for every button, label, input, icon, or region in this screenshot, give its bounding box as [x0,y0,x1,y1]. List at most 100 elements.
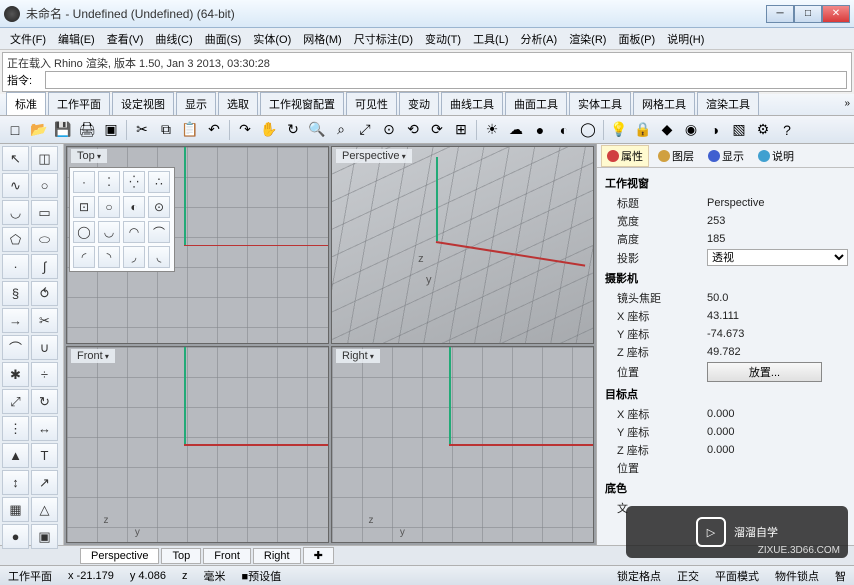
viewport-right-label[interactable]: Right [336,349,380,363]
dim-tool-icon[interactable]: ↕ [2,470,29,495]
toolbar-tab-10[interactable]: 实体工具 [569,92,631,115]
zoom-window-icon[interactable]: ⌕ [330,119,352,141]
menu-6[interactable]: 网格(M) [297,29,348,49]
popup-pt7-icon[interactable]: ◐ [123,196,145,218]
4view-icon[interactable]: ⊞ [450,119,472,141]
popup-pt1-icon[interactable]: · [73,171,95,193]
sb-osnap[interactable]: 物件锁点 [771,568,823,584]
redo-view-icon[interactable]: ⟳ [426,119,448,141]
popup-pt6-icon[interactable]: ○ [98,196,120,218]
polyline-tool-icon[interactable]: ∿ [2,173,29,198]
sb-smart[interactable]: 智 [831,568,850,584]
popup-pt12-icon[interactable]: ⌒ [148,221,170,243]
redo-icon[interactable]: ↷ [234,119,256,141]
toolbar-tab-3[interactable]: 显示 [176,92,216,115]
popup-pt14-icon[interactable]: ◝ [98,246,120,268]
close-button[interactable]: ✕ [822,5,850,23]
join-tool-icon[interactable]: ∪ [31,335,58,360]
popup-pt8-icon[interactable]: ⊙ [148,196,170,218]
mirror-tool-icon[interactable]: ▲ [2,443,29,468]
menu-10[interactable]: 分析(A) [515,29,564,49]
menu-9[interactable]: 工具(L) [467,29,514,49]
options-icon[interactable]: ⚙ [752,119,774,141]
hatch-tool-icon[interactable]: ▦ [2,497,29,522]
undo-icon[interactable]: ↶ [203,119,225,141]
popup-pt15-icon[interactable]: ◞ [123,246,145,268]
panel-tab-属性[interactable]: 属性 [601,145,649,167]
array-tool-icon[interactable]: ⋮ [2,416,29,441]
viewport-top[interactable]: Top ·⁚⁛∴⊡○◐⊙◯◡◠⌒◜◝◞◟ [66,146,329,344]
layers-icon[interactable]: ☁ [505,119,527,141]
command-input[interactable] [45,71,847,89]
ellipse-tool-icon[interactable]: ⬭ [31,227,58,252]
menu-1[interactable]: 编辑(E) [52,29,101,49]
toolbar-tab-1[interactable]: 工作平面 [48,92,110,115]
cut-icon[interactable]: ✂ [131,119,153,141]
help-icon[interactable]: ? [776,119,798,141]
toolbar-tab-6[interactable]: 可见性 [346,92,397,115]
zoom-extents-icon[interactable]: ⤢ [354,119,376,141]
viewport-perspective-label[interactable]: Perspective [336,149,412,163]
popup-pt11-icon[interactable]: ◠ [123,221,145,243]
spiral-tool-icon[interactable]: § [2,281,29,306]
print-icon[interactable]: 🖨 [76,119,98,141]
undo-view-icon[interactable]: ⟲ [402,119,424,141]
polygon-tool-icon[interactable]: ⬠ [2,227,29,252]
move-tool-icon[interactable]: ↔ [31,416,58,441]
curve-tool-icon[interactable]: ∫ [31,254,58,279]
open-icon[interactable]: 📂 [28,119,50,141]
color-icon[interactable]: ◉ [680,119,702,141]
save-icon[interactable]: 💾 [52,119,74,141]
sb-ortho[interactable]: 正交 [673,568,703,584]
text-tool-icon[interactable]: T [31,443,58,468]
menu-0[interactable]: 文件(F) [4,29,52,49]
render-prev-icon[interactable]: ◐ [553,119,575,141]
analyze-tool-icon[interactable]: △ [31,497,58,522]
menu-5[interactable]: 实体(O) [247,29,297,49]
zoom-in-icon[interactable]: 🔍 [306,119,328,141]
panel-tab-图层[interactable]: 图层 [653,146,699,166]
light-icon[interactable]: 💡 [608,119,630,141]
point-tool-icon[interactable]: · [2,254,29,279]
trim-tool-icon[interactable]: ✂ [31,308,58,333]
vp-tab-add-icon[interactable]: ✚ [303,547,334,564]
toolbar-tab-0[interactable]: 标准 [6,92,46,115]
tabstrip-overflow-icon[interactable]: » [844,98,850,109]
viewport-front-label[interactable]: Front [71,349,115,363]
rotate-view-icon[interactable]: ↻ [282,119,304,141]
pan-icon[interactable]: ✋ [258,119,280,141]
sb-snap[interactable]: 锁定格点 [613,568,665,584]
menu-4[interactable]: 曲面(S) [199,29,248,49]
panel-tab-说明[interactable]: 说明 [753,146,799,166]
zoom-sel-icon[interactable]: ⊙ [378,119,400,141]
toolbar-tab-8[interactable]: 曲线工具 [441,92,503,115]
toolbar-tab-4[interactable]: 选取 [218,92,258,115]
maximize-button[interactable]: □ [794,5,822,23]
popup-pt13-icon[interactable]: ◜ [73,246,95,268]
history-icon[interactable]: ▧ [728,119,750,141]
vp-tab-top[interactable]: Top [161,548,201,564]
paste-icon[interactable]: 📋 [179,119,201,141]
mesh-tool-icon[interactable]: ▣ [31,524,58,549]
vp-tab-perspective[interactable]: Perspective [80,548,159,564]
viewport-perspective[interactable]: y z Perspective [331,146,594,344]
vp-tab-front[interactable]: Front [203,548,251,564]
offset-tool-icon[interactable]: ⥀ [31,281,58,306]
popup-pt9-icon[interactable]: ◯ [73,221,95,243]
toolbar-tab-7[interactable]: 变动 [399,92,439,115]
lasso-tool-icon[interactable]: ◫ [31,146,58,171]
toolbar-tab-9[interactable]: 曲面工具 [505,92,567,115]
prop-projection-select[interactable]: 透视 [707,249,848,266]
render-tool-icon[interactable]: ● [2,524,29,549]
menu-13[interactable]: 说明(H) [661,29,710,49]
menu-11[interactable]: 渲染(R) [563,29,612,49]
rotate-tool-icon[interactable]: ↻ [31,389,58,414]
menu-7[interactable]: 尺寸标注(D) [348,29,419,49]
popup-pt5-icon[interactable]: ⊡ [73,196,95,218]
rect-tool-icon[interactable]: ▭ [31,200,58,225]
arrow-tool-icon[interactable]: ↖ [2,146,29,171]
render-icon[interactable]: ● [529,119,551,141]
show-hide-icon[interactable]: ☀ [481,119,503,141]
minimize-button[interactable]: ─ [766,5,794,23]
vp-tab-right[interactable]: Right [253,548,301,564]
